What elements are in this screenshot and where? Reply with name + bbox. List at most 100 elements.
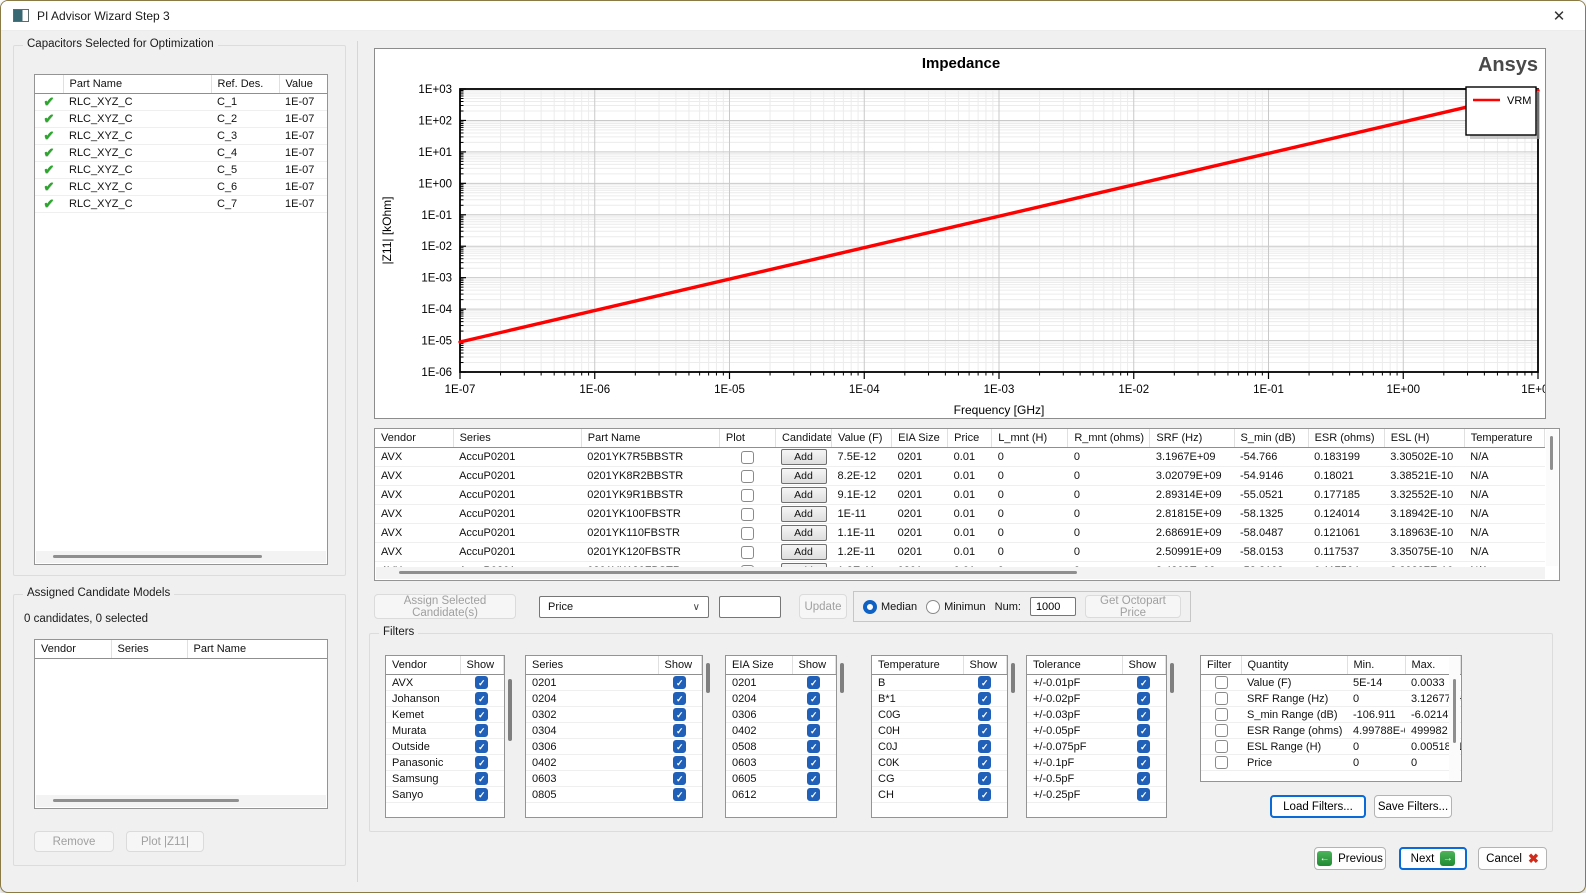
next-button[interactable]: Next → bbox=[1399, 847, 1467, 870]
column-header[interactable]: R_mnt (ohms) bbox=[1068, 429, 1150, 448]
capacitor-row[interactable]: ✔ RLC_XYZ_C C_5 1E-07 bbox=[35, 162, 327, 179]
column-header[interactable]: Part Name bbox=[187, 640, 327, 659]
filter-item-row[interactable]: +/-0.01pF✓ bbox=[1027, 675, 1166, 691]
column-header[interactable]: Candidate bbox=[775, 429, 831, 448]
show-checkbox[interactable]: ✓ bbox=[978, 676, 991, 689]
filter-list-eia-size[interactable]: EIA SizeShow0201✓0204✓0306✓0402✓0508✓060… bbox=[725, 655, 837, 818]
show-checkbox[interactable]: ✓ bbox=[673, 676, 686, 689]
column-header[interactable]: Series bbox=[453, 429, 581, 448]
add-candidate-button[interactable]: Add bbox=[781, 506, 827, 522]
range-filter-checkbox[interactable] bbox=[1215, 708, 1228, 721]
filter-item-row[interactable]: +/-0.03pF✓ bbox=[1027, 707, 1166, 723]
filter-list-temperature[interactable]: TemperatureShowB✓B*1✓C0G✓C0H✓C0J✓C0K✓CG✓… bbox=[871, 655, 1008, 818]
column-header[interactable]: Show bbox=[963, 656, 1007, 675]
candidates-table[interactable]: VendorSeriesPart NamePlotCandidateValue … bbox=[374, 428, 1560, 581]
minimum-radio[interactable]: Minimun bbox=[926, 600, 986, 614]
range-filter-row[interactable]: S_min Range (dB)-106.911-6.02147 bbox=[1201, 707, 1461, 723]
candidate-row[interactable]: AVXAccuP02010201YK8R2BBSTR Add 8.2E-1202… bbox=[375, 467, 1545, 486]
show-checkbox[interactable]: ✓ bbox=[1137, 724, 1150, 737]
candidate-row[interactable]: AVXAccuP02010201YK110FBSTR Add 1.1E-1102… bbox=[375, 524, 1545, 543]
column-header[interactable]: Ref. Des. bbox=[211, 75, 279, 94]
show-checkbox[interactable]: ✓ bbox=[1137, 756, 1150, 769]
show-checkbox[interactable]: ✓ bbox=[978, 772, 991, 785]
median-radio[interactable]: Median bbox=[863, 600, 917, 614]
filter-item-row[interactable]: 0612✓ bbox=[726, 787, 836, 803]
filter-list-tolerance[interactable]: ToleranceShow+/-0.01pF✓+/-0.02pF✓+/-0.03… bbox=[1026, 655, 1167, 818]
filter-item-row[interactable]: +/-0.1pF✓ bbox=[1027, 755, 1166, 771]
candidate-row[interactable]: AVXAccuP02010201YK9R1BBSTR Add 9.1E-1202… bbox=[375, 486, 1545, 505]
show-checkbox[interactable]: ✓ bbox=[475, 708, 488, 721]
filter-item-row[interactable]: +/-0.5pF✓ bbox=[1027, 771, 1166, 787]
column-header[interactable]: L_mnt (H) bbox=[992, 429, 1068, 448]
capacitor-row[interactable]: ✔ RLC_XYZ_C C_6 1E-07 bbox=[35, 179, 327, 196]
filter-item-row[interactable]: B*1✓ bbox=[872, 691, 1007, 707]
filter-item-row[interactable]: 0605✓ bbox=[726, 771, 836, 787]
num-input[interactable] bbox=[1030, 597, 1076, 616]
show-checkbox[interactable]: ✓ bbox=[807, 708, 820, 721]
column-header[interactable]: Temperature bbox=[1464, 429, 1544, 448]
range-vscrollbar[interactable] bbox=[1449, 657, 1460, 780]
filter-item-row[interactable]: 0402✓ bbox=[726, 723, 836, 739]
filter-list-scrollbar[interactable] bbox=[1167, 655, 1177, 818]
show-checkbox[interactable]: ✓ bbox=[673, 756, 686, 769]
column-header[interactable]: ESR (ohms) bbox=[1308, 429, 1384, 448]
capacitors-hscrollbar[interactable] bbox=[36, 551, 326, 563]
plot-checkbox[interactable] bbox=[741, 470, 754, 483]
plot-z11-button[interactable]: Plot |Z11| bbox=[126, 831, 204, 852]
range-filter-row[interactable]: ESL Range (H)00.00518712 bbox=[1201, 739, 1461, 755]
show-checkbox[interactable]: ✓ bbox=[673, 740, 686, 753]
column-header[interactable]: Show bbox=[1122, 656, 1166, 675]
filter-item-row[interactable]: +/-0.075pF✓ bbox=[1027, 739, 1166, 755]
column-header[interactable]: Price bbox=[948, 429, 992, 448]
range-filter-checkbox[interactable] bbox=[1215, 676, 1228, 689]
assign-candidates-button[interactable]: Assign Selected Candidate(s) bbox=[374, 594, 516, 619]
add-candidate-button[interactable]: Add bbox=[781, 525, 827, 541]
show-checkbox[interactable]: ✓ bbox=[978, 788, 991, 801]
capacitor-row[interactable]: ✔ RLC_XYZ_C C_3 1E-07 bbox=[35, 128, 327, 145]
add-candidate-button[interactable]: Add bbox=[781, 468, 827, 484]
column-header[interactable]: Show bbox=[658, 656, 702, 675]
show-checkbox[interactable]: ✓ bbox=[1137, 740, 1150, 753]
show-checkbox[interactable]: ✓ bbox=[475, 772, 488, 785]
filter-item-row[interactable]: 0201✓ bbox=[526, 675, 702, 691]
column-header[interactable]: Value (F) bbox=[832, 429, 892, 448]
filter-item-row[interactable]: 0508✓ bbox=[726, 739, 836, 755]
column-header[interactable] bbox=[35, 75, 63, 94]
filter-item-row[interactable]: B✓ bbox=[872, 675, 1007, 691]
filter-item-row[interactable]: 0302✓ bbox=[526, 707, 702, 723]
plot-checkbox[interactable] bbox=[741, 489, 754, 502]
add-candidate-button[interactable]: Add bbox=[781, 449, 827, 465]
close-button[interactable]: ✕ bbox=[1545, 7, 1573, 25]
column-header[interactable]: Vendor bbox=[375, 429, 453, 448]
column-header[interactable]: Value bbox=[279, 75, 327, 94]
range-filter-row[interactable]: ESR Range (ohms)4.99788E-05499982 bbox=[1201, 723, 1461, 739]
filter-item-row[interactable]: Outside✓ bbox=[386, 739, 504, 755]
show-checkbox[interactable]: ✓ bbox=[807, 756, 820, 769]
show-checkbox[interactable]: ✓ bbox=[978, 756, 991, 769]
show-checkbox[interactable]: ✓ bbox=[673, 724, 686, 737]
column-header[interactable]: Vendor bbox=[386, 656, 460, 675]
column-header[interactable]: EIA Size bbox=[892, 429, 948, 448]
show-checkbox[interactable]: ✓ bbox=[673, 708, 686, 721]
filter-item-row[interactable]: +/-0.25pF✓ bbox=[1027, 787, 1166, 803]
column-header[interactable]: S_min (dB) bbox=[1234, 429, 1308, 448]
filter-item-row[interactable]: 0402✓ bbox=[526, 755, 702, 771]
column-header[interactable]: ESL (H) bbox=[1384, 429, 1464, 448]
filter-item-row[interactable]: Sanyo✓ bbox=[386, 787, 504, 803]
filter-list-scrollbar[interactable] bbox=[703, 655, 713, 818]
range-filter-row[interactable]: SRF Range (Hz)03.12677E+10 bbox=[1201, 691, 1461, 707]
column-header[interactable]: EIA Size bbox=[726, 656, 792, 675]
filter-item-row[interactable]: Samsung✓ bbox=[386, 771, 504, 787]
add-candidate-button[interactable]: Add bbox=[781, 544, 827, 560]
column-header[interactable]: Show bbox=[460, 656, 504, 675]
filter-item-row[interactable]: Johanson✓ bbox=[386, 691, 504, 707]
assigned-hscrollbar[interactable] bbox=[36, 795, 326, 807]
load-filters-button[interactable]: Load Filters... bbox=[1270, 795, 1366, 818]
assigned-models-table[interactable]: VendorSeriesPart Name bbox=[34, 639, 328, 809]
show-checkbox[interactable]: ✓ bbox=[475, 692, 488, 705]
sort-by-select[interactable]: Price ∨ bbox=[539, 596, 709, 618]
range-filter-checkbox[interactable] bbox=[1215, 756, 1228, 769]
update-button[interactable]: Update bbox=[799, 594, 847, 619]
filter-item-row[interactable]: 0306✓ bbox=[726, 707, 836, 723]
save-filters-button[interactable]: Save Filters... bbox=[1374, 795, 1452, 818]
